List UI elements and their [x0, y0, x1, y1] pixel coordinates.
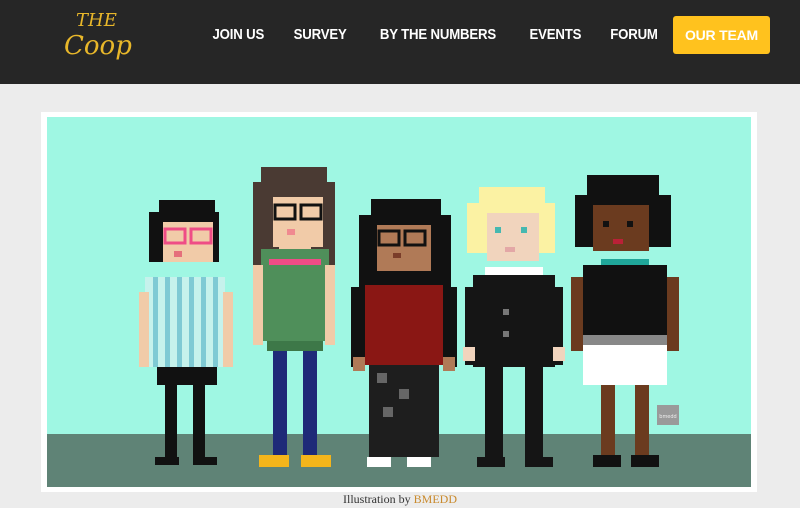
nav-events[interactable]: EVENTS [530, 16, 582, 54]
nav-survey[interactable]: SURVEY [294, 16, 347, 54]
caption-prefix: Illustration by [342, 492, 411, 506]
top-navigation-bar: THE Coop JOIN US SURVEY BY THE NUMBERS E… [0, 0, 800, 84]
character-green-top [253, 167, 335, 467]
main-nav: JOIN US SURVEY BY THE NUMBERS EVENTS FOR… [187, 16, 770, 54]
illustration-caption: Illustration by BMEDD [0, 492, 800, 508]
character-striped-shirt [139, 200, 233, 465]
logo-text-bottom: Coop [64, 31, 132, 61]
credit-link[interactable]: BMEDD [414, 492, 457, 506]
pixel-art-illustration: bmedd [47, 117, 751, 487]
nav-forum[interactable]: FORUM [610, 16, 658, 54]
nav-our-team-button[interactable]: OUR TEAM [672, 16, 770, 54]
nav-by-the-numbers[interactable]: BY THE NUMBERS [380, 16, 496, 54]
character-black-suit [463, 187, 565, 467]
illustration-frame: bmedd [41, 112, 757, 492]
logo-text-top: THE [76, 10, 117, 31]
artist-signature: bmedd [659, 414, 676, 420]
nav-join-us[interactable]: JOIN US [213, 16, 265, 54]
the-coop-logo[interactable]: THE Coop [58, 4, 138, 66]
character-red-top [351, 199, 457, 467]
